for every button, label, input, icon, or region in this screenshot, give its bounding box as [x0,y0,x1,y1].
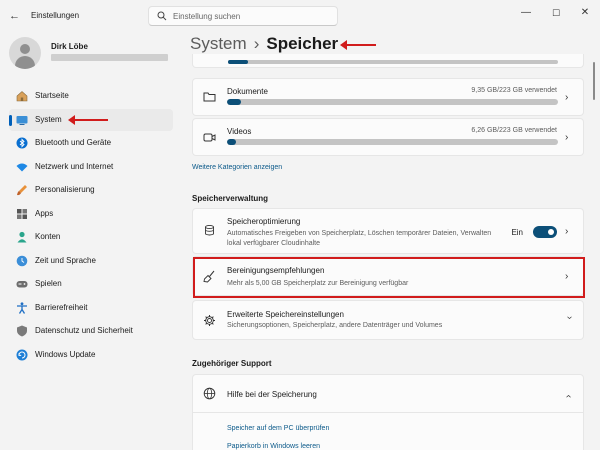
globe-icon [203,387,216,400]
search-input[interactable]: Einstellung suchen [148,6,338,26]
bluetooth-icon [16,137,28,149]
search-placeholder: Einstellung suchen [173,12,241,21]
back-arrow-icon[interactable]: ← [9,10,23,22]
chevron-right-icon: › [565,132,569,143]
home-icon [16,91,28,102]
globe-clock-icon [16,255,28,266]
chevron-up-icon: › [563,394,574,398]
apps-icon [17,208,27,219]
sidebar-item-konten[interactable]: Konten [9,226,173,248]
folder-icon [203,92,216,102]
sidebar-item-label: Startseite [35,91,69,100]
usage-bar [227,139,558,145]
storage-sense-title: Speicheroptimierung [227,217,301,226]
annotation-highlight-box [193,257,585,298]
category-row-dokumente[interactable]: Dokumente 9,35 GB/223 GB verwendet › [192,78,584,116]
search-icon [157,11,167,21]
breadcrumb-parent[interactable]: System [190,34,247,53]
account-icon [17,231,27,243]
storage-sense-toggle[interactable] [533,226,557,238]
sidebar-item-label: Barrierefreiheit [35,302,88,312]
sidebar-item-apps[interactable]: Apps [9,203,173,225]
toggle-state-label: Ein [511,228,523,237]
help-storage-title: Hilfe bei der Speicherung [227,390,317,399]
section-heading-speicherverwaltung: Speicherverwaltung [192,194,269,203]
accessibility-icon [17,301,27,314]
avatar[interactable] [9,37,41,69]
advanced-storage-title: Erweiterte Speichereinstellungen [227,310,344,319]
shield-icon [17,325,27,337]
sidebar-item-datenschutz[interactable]: Datenschutz und Sicherheit [9,320,173,342]
support-link-check-storage[interactable]: Speicher auf dem PC überprüfen [227,425,329,432]
sidebar-item-label: Datenschutz und Sicherheit [35,326,133,335]
video-icon [203,133,216,142]
gamepad-icon [16,281,28,288]
sidebar-item-label: Netzwerk und Internet [35,161,114,171]
section-heading-support: Zugehöriger Support [192,359,272,368]
sidebar-item-label: System [35,114,62,124]
paintbrush-icon [17,185,27,196]
sidebar-item-spielen[interactable]: Spielen [9,273,173,295]
advanced-storage-description: Sicherungsoptionen, Speicherplatz, ander… [227,322,443,329]
sidebar-item-label: Windows Update [35,349,96,359]
sidebar-item-zeit-sprache[interactable]: Zeit und Sprache [9,250,173,272]
category-title: Videos [227,127,252,136]
breadcrumb: System › Speicher [190,34,338,54]
chevron-right-icon: › [565,92,569,103]
sidebar-item-personalisierung[interactable]: Personalisierung [9,179,173,201]
sidebar-item-label: Konten [35,232,61,241]
usage-bar [227,99,558,105]
sidebar-nav: Startseite System Bluetooth und Geräte N… [9,85,173,367]
sidebar-item-label: Bluetooth und Geräte [35,138,112,147]
system-display-icon [16,115,28,125]
sidebar-item-startseite[interactable]: Startseite [9,85,173,107]
breadcrumb-separator: › [253,34,260,53]
page-title: Speicher [266,34,339,53]
scrollbar[interactable] [593,62,595,100]
profile-name: Dirk Löbe [51,42,88,51]
close-button[interactable]: ✕ [578,6,592,20]
help-storage-header[interactable]: Hilfe bei der Speicherung › [193,375,583,413]
sidebar-item-netzwerk[interactable]: Netzwerk und Internet [9,156,173,178]
sidebar-item-label: Spielen [35,279,62,288]
advanced-storage-settings-row[interactable]: Erweiterte Speichereinstellungen Sicheru… [192,300,584,340]
sidebar-item-label: Zeit und Sprache [35,255,96,265]
support-link-empty-recycle-bin[interactable]: Papierkorb in Windows leeren [227,443,320,450]
sidebar-item-barrierefreiheit[interactable]: Barrierefreiheit [9,297,173,319]
minimize-button[interactable]: — [519,6,533,20]
storage-sense-row[interactable]: Speicheroptimierung Automatisches Freige… [192,208,584,254]
help-storage-panel: Hilfe bei der Speicherung › Speicher auf… [192,374,584,450]
category-row-videos[interactable]: Videos 6,26 GB/223 GB verwendet › [192,118,584,156]
annotation-arrow-title [340,40,376,50]
gear-icon [204,315,215,326]
app-title: Einstellungen [31,11,80,20]
sidebar-item-label: Personalisierung [35,185,95,194]
profile-email-redacted [51,54,168,61]
annotation-arrow-system [68,115,108,125]
sidebar-item-label: Apps [35,208,54,218]
update-icon [16,349,28,360]
more-categories-link[interactable]: Weitere Kategorien anzeigen [192,164,282,171]
maximize-button[interactable]: ☐ [549,6,563,20]
category-usage: 9,35 GB/223 GB verwendet [471,87,557,94]
category-title: Dokumente [227,87,268,96]
chevron-right-icon: › [565,226,569,237]
title-bar: ← Einstellungen Einstellung suchen — ☐ ✕ [0,0,600,32]
sidebar-item-windows-update[interactable]: Windows Update [9,344,173,366]
category-usage: 6,26 GB/223 GB verwendet [471,127,557,134]
category-row-partial[interactable] [192,54,584,68]
sidebar-item-bluetooth[interactable]: Bluetooth und Geräte [9,132,173,154]
wifi-icon [16,163,28,171]
chevron-down-icon: › [564,316,575,320]
storage-drive-icon [205,224,214,236]
storage-sense-description: Automatisches Freigeben von Speicherplat… [227,230,492,247]
